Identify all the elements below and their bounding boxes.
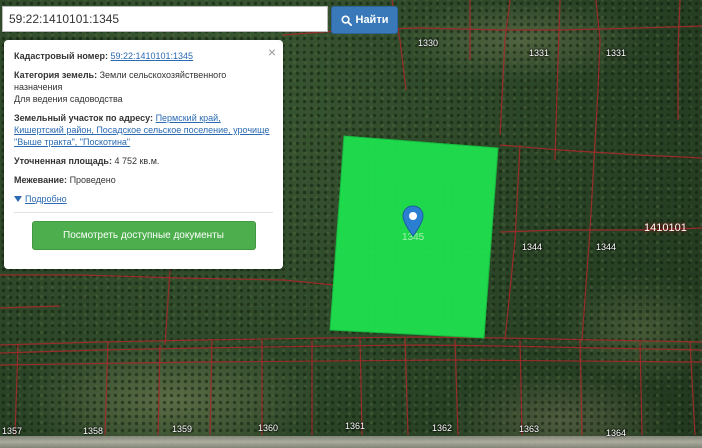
parcel-label: 1362 <box>432 423 453 433</box>
parcel-label: 1358 <box>83 426 104 436</box>
survey-row: Межевание: Проведено <box>14 174 273 186</box>
search-button-label: Найти <box>355 14 389 26</box>
land-category-row: Категория земель: Земли сельскохозяйстве… <box>14 69 273 105</box>
search-button[interactable]: Найти <box>331 6 398 34</box>
area-row: Уточненная площадь: 4 752 кв.м. <box>14 155 273 167</box>
map-marker-icon[interactable] <box>402 205 424 237</box>
divider <box>14 212 273 213</box>
cadastral-number-link[interactable]: 59:22:1410101:1345 <box>110 51 193 61</box>
details-link[interactable]: Подробно <box>25 193 67 205</box>
view-documents-button[interactable]: Посмотреть доступные документы <box>31 221 256 250</box>
cadastral-number-label: Кадастровый номер: <box>14 51 108 61</box>
land-usage-value: Для ведения садоводства <box>14 94 123 104</box>
area-value: 4 752 кв.м. <box>114 156 160 166</box>
cadastral-number-row: Кадастровый номер: 59:22:1410101:1345 <box>14 50 273 62</box>
search-input[interactable] <box>2 6 328 32</box>
survey-label: Межевание: <box>14 175 68 185</box>
close-icon[interactable]: × <box>268 45 276 59</box>
parcel-label: 1330 <box>418 38 439 48</box>
parcel-label: 1331 <box>606 48 627 58</box>
address-label: Земельный участок по адресу: <box>14 113 154 123</box>
parcel-label: 1344 <box>522 242 543 252</box>
address-row: Земельный участок по адресу: Пермский кр… <box>14 112 273 148</box>
land-category-label: Категория земель: <box>14 70 98 80</box>
caret-down-icon <box>14 196 22 202</box>
parcel-label: 1363 <box>519 424 540 434</box>
parcel-label: 1360 <box>258 423 279 433</box>
parcel-label: 1364 <box>606 428 627 438</box>
search-bar: Найти <box>2 6 398 34</box>
parcel-info-popup: × Кадастровый номер: 59:22:1410101:1345 … <box>4 40 283 269</box>
parcel-label: 1344 <box>596 242 617 252</box>
area-label: Уточненная площадь: <box>14 156 112 166</box>
parcel-label: 1357 <box>2 426 23 436</box>
search-icon <box>340 14 352 26</box>
quarter-number-label: 1410101 <box>644 222 687 234</box>
parcel-label: 1359 <box>172 424 193 434</box>
details-toggle[interactable]: Подробно <box>14 193 273 205</box>
parcel-label: 1331 <box>529 48 550 58</box>
parcel-label: 1361 <box>345 421 366 431</box>
survey-value: Проведено <box>69 175 116 185</box>
